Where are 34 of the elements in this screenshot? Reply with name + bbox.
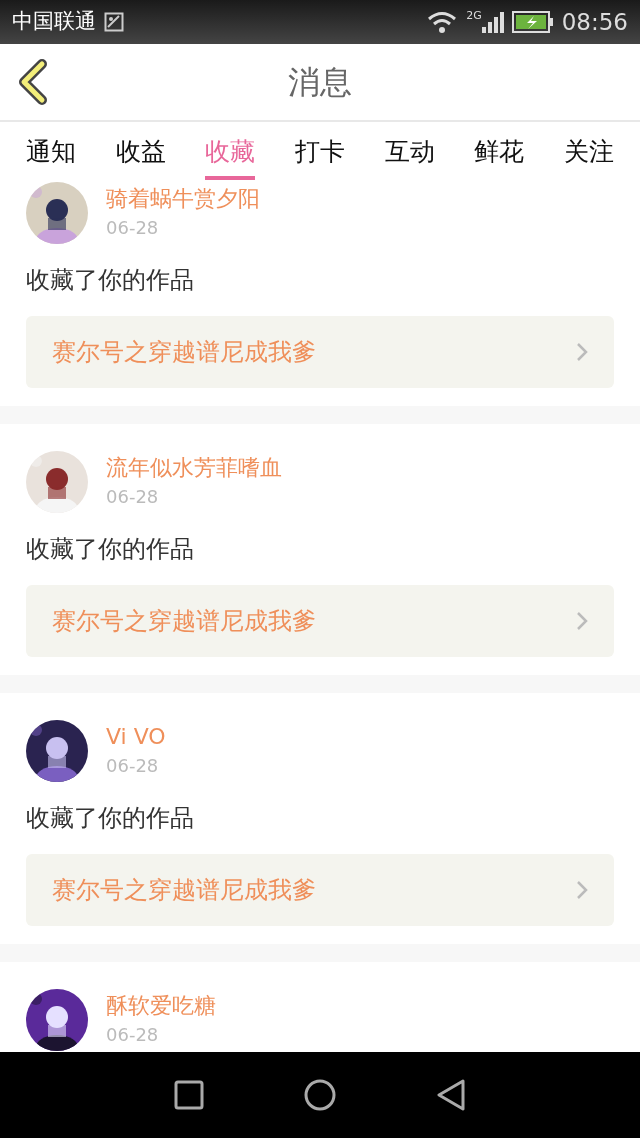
message-date: 06-28 xyxy=(106,215,160,240)
message-text: 收藏了你的作品 xyxy=(26,803,195,834)
battery-icon xyxy=(511,11,554,33)
back-icon[interactable] xyxy=(16,59,50,105)
chevron-right-icon xyxy=(576,880,588,900)
image-icon xyxy=(104,12,124,32)
tab[interactable]: 互动 xyxy=(384,122,435,180)
work-link[interactable]: 赛尔号之穿越谱尼成我爹 xyxy=(26,316,614,388)
message-date: 06-28 xyxy=(106,1022,160,1047)
message-text: 收藏了你的作品 xyxy=(26,265,195,296)
back-icon[interactable] xyxy=(436,1079,466,1111)
user-name[interactable]: 流年似水芳菲嗜血 xyxy=(106,454,282,483)
user-name[interactable]: Vi VO xyxy=(106,723,166,752)
home-icon[interactable] xyxy=(304,1079,336,1111)
tab[interactable]: 收益 xyxy=(115,122,166,180)
page-title: 消息 xyxy=(288,62,352,102)
network-type: 2G xyxy=(466,10,482,21)
message-date: 06-28 xyxy=(106,753,160,778)
chevron-right-icon xyxy=(576,342,588,362)
carrier-name: 中国联通 xyxy=(12,8,96,36)
tab[interactable]: 通知 xyxy=(25,122,76,180)
tab[interactable]: 鲜花 xyxy=(474,122,525,180)
user-name[interactable]: 骑着蜗牛赏夕阳 xyxy=(106,185,260,214)
work-link[interactable]: 赛尔号之穿越谱尼成我爹 xyxy=(26,585,614,657)
tab[interactable]: 打卡 xyxy=(294,122,345,180)
user-name[interactable]: 酥软爱吃糖 xyxy=(106,992,216,1021)
message-date: 06-28 xyxy=(106,484,160,509)
chevron-right-icon xyxy=(576,611,588,631)
recents-icon[interactable] xyxy=(174,1080,204,1110)
message-text: 收藏了你的作品 xyxy=(26,534,195,565)
clock: 08:56 xyxy=(561,7,628,37)
work-link[interactable]: 赛尔号之穿越谱尼成我爹 xyxy=(26,854,614,926)
signal-icon xyxy=(481,10,504,34)
tab[interactable]: 关注 xyxy=(564,122,615,180)
